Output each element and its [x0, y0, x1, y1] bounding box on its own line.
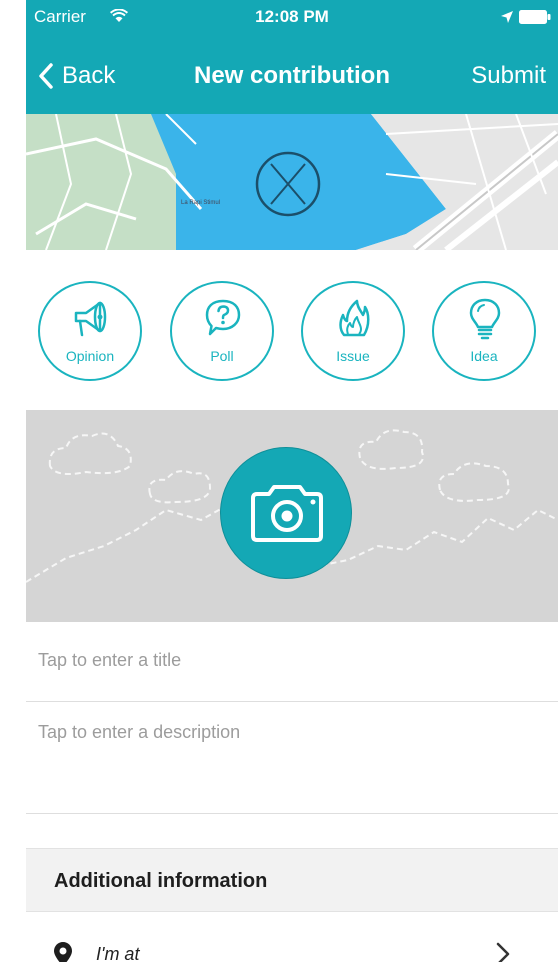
camera-button[interactable] — [220, 447, 352, 579]
description-input[interactable]: Tap to enter a description — [26, 702, 558, 814]
section-title: Additional information — [54, 870, 268, 892]
type-poll-button[interactable]: Poll — [170, 281, 274, 381]
map-preview[interactable]: La Rapi Stimul — [26, 114, 558, 250]
type-idea-label: Idea — [470, 348, 498, 364]
map-place-label: La Rapi Stimul — [181, 200, 221, 206]
map-graphic — [26, 114, 558, 250]
chevron-right-icon — [496, 942, 510, 962]
title-input[interactable]: Tap to enter a title — [26, 622, 558, 702]
type-opinion-button[interactable]: Opinion — [38, 281, 142, 381]
type-idea-button[interactable]: Idea — [432, 281, 536, 381]
flame-icon — [339, 299, 370, 337]
type-poll-label: Poll — [210, 348, 234, 364]
location-label: I'm at — [96, 944, 140, 962]
megaphone-icon — [74, 301, 107, 337]
lightbulb-icon — [469, 298, 501, 340]
location-arrow-icon — [501, 11, 513, 23]
location-pin-icon — [54, 942, 72, 962]
submit-button[interactable]: Submit — [471, 62, 546, 90]
type-opinion-label: Opinion — [65, 348, 115, 364]
status-time: 12:08 PM — [255, 7, 329, 26]
type-issue-button[interactable]: Issue — [301, 281, 405, 381]
location-row[interactable]: I'm at — [26, 912, 558, 962]
status-bar: Carrier 12:08 PM — [26, 0, 558, 36]
additional-info-header: Additional information — [26, 848, 558, 912]
photo-picker[interactable] — [26, 410, 558, 622]
battery-icon — [519, 10, 551, 24]
contribution-type-selector: Opinion Poll Issue Idea — [38, 281, 558, 381]
type-issue-label: Issue — [336, 348, 370, 364]
navigation-bar: Carrier 12:08 PM Back New contribution S… — [26, 0, 558, 114]
question-bubble-icon — [205, 299, 241, 336]
camera-icon — [251, 485, 323, 542]
